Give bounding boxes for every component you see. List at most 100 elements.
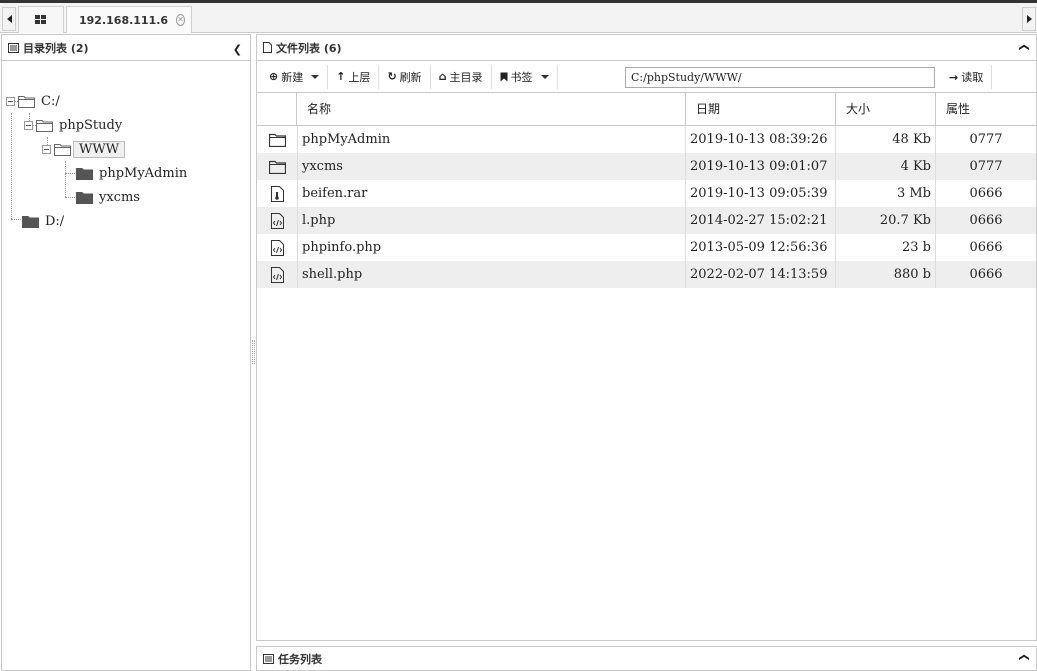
folder-icon — [22, 215, 39, 228]
folder-icon — [268, 160, 286, 174]
directory-panel: 目录列表 (2) ❮ C:/ phpStudy WWW phpMyAdmin y… — [1, 34, 251, 671]
directory-panel-title: 目录列表 (2) — [23, 41, 89, 55]
file-attr: 0666 — [969, 267, 1003, 282]
date-column-header[interactable]: 日期 — [686, 93, 836, 126]
table-row[interactable]: phpMyAdmin 2019-10-13 08:39:26 48 Kb 077… — [257, 126, 1036, 153]
tree-node-label: phpMyAdmin — [99, 165, 188, 181]
collapse-left-icon[interactable]: ❮ — [233, 43, 242, 56]
arrow-left-icon — [6, 15, 12, 23]
tree-node-label: D:/ — [45, 213, 65, 229]
tab-scroll-right-button[interactable] — [1022, 7, 1036, 31]
file-icon — [263, 42, 272, 53]
tab-scroll-left-button[interactable] — [2, 7, 16, 31]
file-size: 4 Kb — [836, 153, 936, 180]
grid-icon — [35, 15, 46, 24]
bookmark-icon — [500, 72, 508, 81]
size-column-header[interactable]: 大小 — [836, 93, 936, 126]
code-file-icon — [270, 239, 284, 256]
file-list-panel-title: 文件列表 (6) — [276, 41, 342, 55]
tree-node-label: C:/ — [41, 93, 60, 109]
collapse-toggle-icon[interactable] — [24, 120, 33, 130]
plus-circle-icon: ⊕ — [269, 70, 279, 83]
tree-node-c-drive[interactable]: C:/ — [6, 90, 60, 112]
file-date: 2019-10-13 08:39:26 — [686, 126, 836, 153]
file-date: 2019-10-13 09:01:07 — [686, 153, 836, 180]
file-toolbar: ⊕ 新建 ↑ 上层 ↻ 刷新 ⌂ 主目录 书签 → 读取 — [257, 61, 1036, 93]
tree-node-www[interactable]: WWW — [42, 138, 126, 160]
file-size: 880 b — [836, 261, 936, 288]
file-name: beifen.rar — [297, 180, 686, 207]
file-size: 3 Mb — [836, 180, 936, 207]
name-column-header[interactable]: 名称 — [297, 93, 686, 126]
file-date: 2013-05-09 12:56:36 — [686, 234, 836, 261]
arrow-right-icon — [1026, 15, 1032, 23]
arrow-right-icon: → — [949, 70, 959, 84]
bookmarks-button-label: 书签 — [510, 70, 533, 84]
tab-home[interactable] — [18, 6, 64, 33]
file-date: 2022-02-07 14:13:59 — [686, 261, 836, 288]
task-list-title: 任务列表 — [278, 652, 322, 666]
tree-node-label: yxcms — [99, 189, 140, 205]
home-icon: ⌂ — [438, 70, 447, 83]
file-list-panel: 文件列表 (6) ❮ ⊕ 新建 ↑ 上层 ↻ 刷新 ⌂ 主目录 书签 C:/ph… — [256, 34, 1037, 641]
arrow-up-icon: ↑ — [336, 70, 346, 83]
file-attr: 0777 — [969, 159, 1003, 174]
collapse-toggle-icon[interactable] — [42, 144, 51, 154]
file-size: 20.7 Kb — [836, 207, 936, 234]
up-level-button[interactable]: ↑ 上层 — [328, 64, 380, 89]
file-name: shell.php — [297, 261, 686, 288]
table-row[interactable]: yxcms 2019-10-13 09:01:07 4 Kb 0777 — [257, 153, 1036, 180]
refresh-button-label: 刷新 — [399, 70, 422, 84]
tree-node-yxcms[interactable]: yxcms — [76, 186, 140, 208]
expand-up-icon[interactable]: ❮ — [1018, 653, 1029, 661]
chevron-down-icon — [311, 74, 320, 79]
tree-node-phpmyadmin[interactable]: phpMyAdmin — [76, 162, 187, 184]
task-list-icon — [263, 653, 274, 664]
file-name: l.php — [297, 207, 686, 234]
tab-close-icon[interactable]: ✕ — [176, 14, 185, 26]
folder-open-icon — [18, 95, 35, 108]
table-row[interactable]: l.php 2014-02-27 15:02:21 20.7 Kb 0666 — [257, 207, 1036, 234]
file-date: 2019-10-13 09:05:39 — [686, 180, 836, 207]
tree-node-label: WWW — [73, 140, 126, 158]
attr-column-header[interactable]: 属性 — [936, 93, 1036, 126]
directory-panel-header: 目录列表 (2) ❮ — [2, 35, 250, 61]
file-name: phpMyAdmin — [297, 126, 686, 153]
table-row[interactable]: shell.php 2022-02-07 14:13:59 880 b 0666 — [257, 261, 1036, 288]
collapse-toggle-icon[interactable] — [6, 96, 15, 106]
read-button-label: 读取 — [961, 71, 984, 84]
tab-bar: 192.168.111.6 ✕ — [0, 3, 1037, 33]
up-level-button-label: 上层 — [348, 70, 371, 84]
read-button[interactable]: → 读取 — [941, 65, 993, 89]
icon-column-header — [257, 93, 297, 126]
file-name: yxcms — [297, 153, 686, 180]
folder-open-icon — [54, 143, 71, 156]
home-dir-button[interactable]: ⌂ 主目录 — [431, 64, 492, 89]
table-row[interactable]: beifen.rar 2019-10-13 09:05:39 3 Mb 0666 — [257, 180, 1036, 207]
tree-node-d-drive[interactable]: D:/ — [22, 210, 64, 232]
task-list-panel: 任务列表 ❮ — [256, 646, 1037, 671]
panel-splitter-handle[interactable] — [252, 340, 255, 364]
tab-host[interactable]: 192.168.111.6 ✕ — [66, 6, 192, 33]
file-list-panel-header: 文件列表 (6) ❮ — [257, 35, 1036, 61]
collapse-up-icon[interactable]: ❮ — [1018, 43, 1029, 51]
file-attr: 0666 — [969, 240, 1003, 255]
chevron-down-icon — [540, 74, 549, 79]
refresh-icon: ↻ — [387, 70, 397, 83]
table-row[interactable]: phpinfo.php 2013-05-09 12:56:36 23 b 066… — [257, 234, 1036, 261]
file-attr: 0777 — [969, 132, 1003, 147]
file-attr: 0666 — [969, 213, 1003, 228]
home-dir-button-label: 主目录 — [449, 70, 483, 84]
folder-icon — [268, 133, 286, 147]
file-grid-header: 名称 日期 大小 属性 — [257, 93, 1036, 126]
folder-icon — [76, 191, 93, 204]
file-size: 23 b — [836, 234, 936, 261]
code-file-icon — [270, 212, 284, 229]
bookmarks-button[interactable]: 书签 — [492, 64, 558, 89]
file-date: 2014-02-27 15:02:21 — [686, 207, 836, 234]
tree-node-phpstudy[interactable]: phpStudy — [24, 114, 122, 136]
new-button-label: 新建 — [281, 70, 304, 84]
new-button[interactable]: ⊕ 新建 — [261, 64, 329, 89]
path-input[interactable] — [625, 67, 935, 88]
refresh-button[interactable]: ↻ 刷新 — [379, 64, 431, 89]
